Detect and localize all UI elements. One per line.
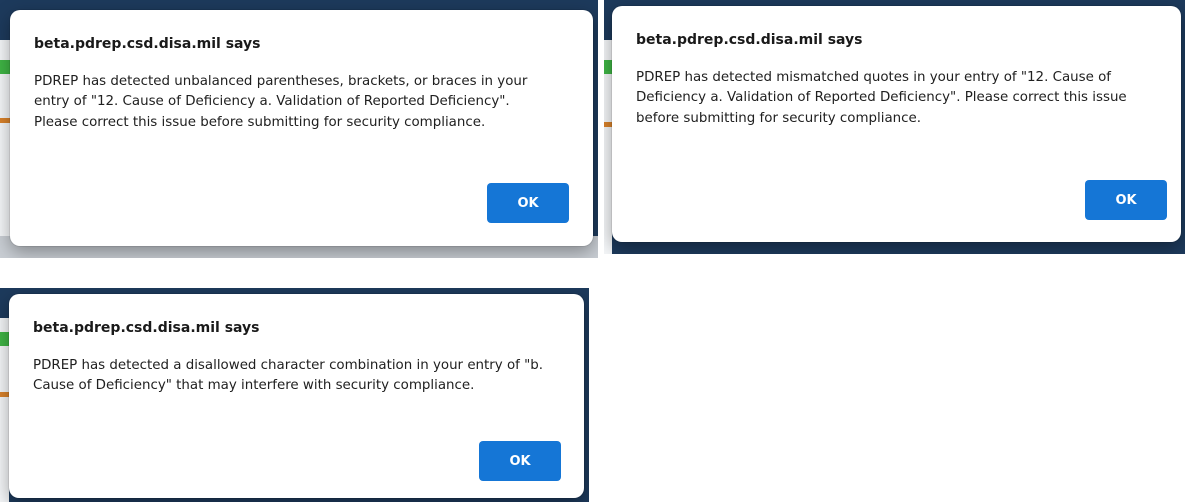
- dialog-title: beta.pdrep.csd.disa.mil says: [34, 36, 261, 52]
- alert-dialog: beta.pdrep.csd.disa.mil says PDREP has d…: [612, 6, 1181, 242]
- dialog-title: beta.pdrep.csd.disa.mil says: [33, 320, 260, 336]
- alert-screenshot-1: beta.pdrep.csd.disa.mil says PDREP has d…: [0, 0, 598, 258]
- page-orange-mark: [604, 122, 612, 127]
- page-green-bar: [604, 60, 612, 74]
- page-green-bar: [0, 332, 9, 346]
- alert-screenshot-2: beta.pdrep.csd.disa.mil says PDREP has d…: [604, 0, 1185, 254]
- page-green-bar: [0, 60, 10, 74]
- ok-button[interactable]: OK: [487, 183, 569, 223]
- dialog-message: PDREP has detected unbalanced parenthese…: [34, 74, 528, 130]
- alert-dialog: beta.pdrep.csd.disa.mil says PDREP has d…: [9, 294, 584, 498]
- dialog-title: beta.pdrep.csd.disa.mil says: [636, 32, 863, 48]
- ok-button[interactable]: OK: [479, 441, 561, 481]
- page-orange-mark: [0, 118, 10, 123]
- alert-screenshot-3: beta.pdrep.csd.disa.mil says PDREP has d…: [0, 288, 589, 502]
- alert-dialog: beta.pdrep.csd.disa.mil says PDREP has d…: [10, 10, 593, 246]
- page-orange-mark: [0, 392, 9, 397]
- dialog-message: PDREP has detected mismatched quotes in …: [636, 70, 1127, 126]
- dialog-message: PDREP has detected a disallowed characte…: [33, 358, 544, 394]
- ok-button[interactable]: OK: [1085, 180, 1167, 220]
